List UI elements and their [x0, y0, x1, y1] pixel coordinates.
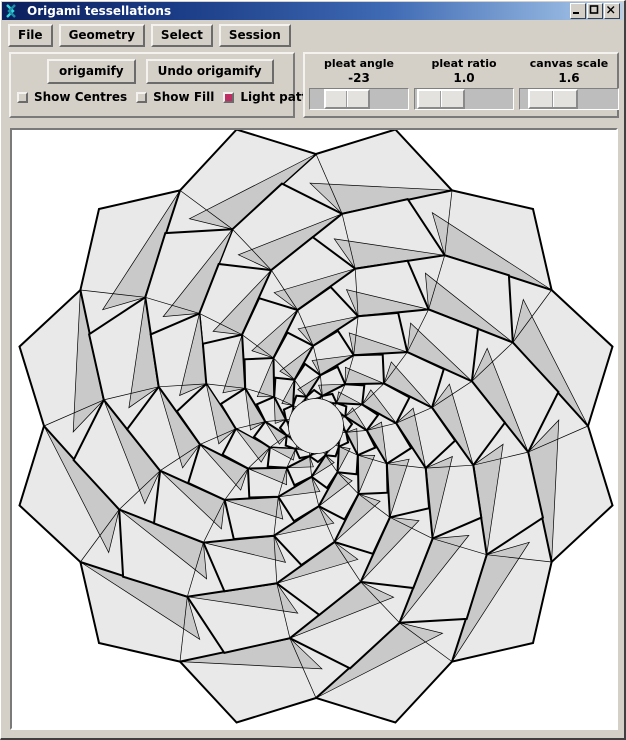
slider-pleat-angle-track[interactable] — [309, 88, 409, 110]
thumb-half-right — [441, 91, 463, 107]
checkbox-show-centres[interactable]: Show Centres — [17, 91, 127, 104]
checkbox-light-pattern-box[interactable] — [223, 92, 235, 103]
window-title: Origami tessellations — [27, 4, 172, 18]
application-window: Origami tessellations File Geometry Sele… — [0, 0, 626, 740]
thumb-half-left — [326, 91, 347, 107]
slider-canvas-scale-thumb[interactable] — [528, 89, 578, 109]
slider-pleat-ratio-track[interactable] — [414, 88, 514, 110]
minimize-button[interactable] — [570, 3, 586, 19]
slider-pleat-ratio-value: 1.0 — [453, 71, 475, 85]
slider-pleat-angle-title: pleat angle — [324, 57, 394, 70]
slider-pleat-angle-thumb[interactable] — [324, 89, 370, 109]
menu-item-geometry[interactable]: Geometry — [58, 23, 145, 47]
tessellation-drawing — [18, 130, 614, 724]
thumb-half-right — [347, 91, 368, 107]
slider-pleat-ratio: pleat ratio 1.0 — [414, 57, 514, 116]
x-logo-icon — [4, 3, 26, 19]
slider-pleat-angle: pleat angle -23 — [309, 57, 409, 116]
slider-pleat-ratio-thumb[interactable] — [417, 89, 465, 109]
slider-pleat-ratio-title: pleat ratio — [431, 57, 497, 70]
origamify-button[interactable]: origamify — [47, 59, 136, 84]
checkbox-show-centres-label: Show Centres — [34, 90, 128, 104]
slider-canvas-scale-value: 1.6 — [558, 71, 580, 85]
thumb-half-left — [530, 91, 553, 107]
checkbox-show-fill-box[interactable] — [136, 92, 148, 103]
checkbox-row: Show Centres Show Fill Light pattern — [11, 84, 330, 104]
menu-bar: File Geometry Select Session — [2, 22, 291, 48]
slider-canvas-scale-title: canvas scale — [529, 57, 609, 70]
menu-item-file[interactable]: File — [8, 23, 53, 47]
thumb-half-right — [553, 91, 576, 107]
slider-canvas-scale: canvas scale 1.6 — [519, 57, 619, 116]
action-panel: origamify Undo origamify Show Centres Sh… — [9, 52, 330, 118]
title-bar: Origami tessellations — [2, 2, 623, 20]
window-buttons — [570, 3, 620, 19]
thumb-half-left — [419, 91, 441, 107]
undo-origamify-button[interactable]: Undo origamify — [145, 59, 274, 84]
origami-tessellation-canvas[interactable] — [10, 128, 618, 730]
checkbox-show-centres-box[interactable] — [17, 92, 28, 103]
close-button[interactable] — [604, 3, 620, 19]
checkbox-show-fill[interactable]: Show Fill — [136, 91, 214, 104]
slider-canvas-scale-track[interactable] — [519, 88, 619, 110]
checkbox-show-fill-label: Show Fill — [153, 90, 215, 104]
slider-pleat-angle-value: -23 — [348, 71, 370, 85]
menu-item-select[interactable]: Select — [150, 23, 213, 47]
action-button-row: origamify Undo origamify — [11, 54, 293, 84]
menu-item-session[interactable]: Session — [218, 23, 291, 47]
maximize-button[interactable] — [587, 3, 603, 19]
parameter-panel: pleat angle -23 pleat ratio 1.0 canvas s… — [303, 52, 619, 118]
